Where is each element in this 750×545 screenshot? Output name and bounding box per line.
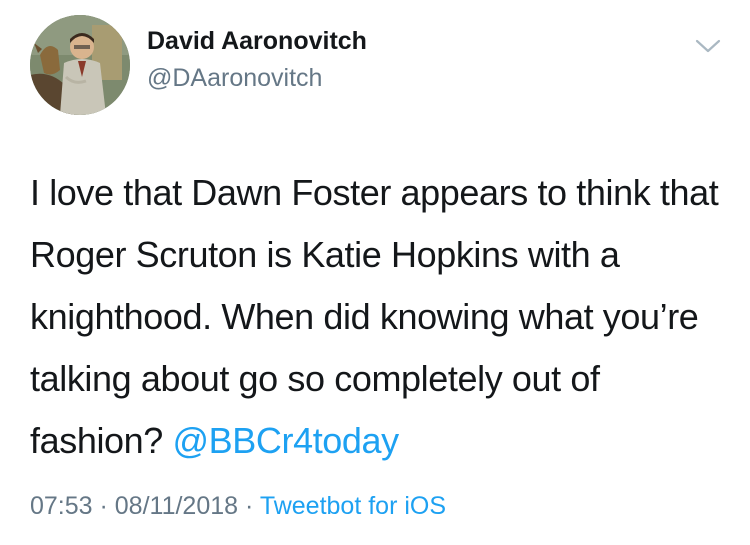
meta-separator: ·	[92, 492, 115, 520]
mention-link[interactable]: @BBCr4today	[173, 420, 400, 461]
tweet-text: I love that Dawn Foster appears to think…	[30, 162, 730, 472]
tweet-body: I love that Dawn Foster appears to think…	[30, 172, 728, 461]
tweet-metadata: 07:53 · 08/11/2018 · Tweetbot for iOS	[30, 492, 446, 521]
tweet-time: 07:53	[30, 492, 93, 520]
avatar-portrait-image	[30, 15, 130, 115]
author-handle[interactable]: @DAaronovitch	[147, 64, 322, 93]
meta-separator: ·	[238, 492, 260, 520]
chevron-down-icon[interactable]	[693, 35, 723, 57]
author-display-name[interactable]: David Aaronovitch	[147, 27, 367, 56]
tweet-date: 08/11/2018	[114, 492, 239, 520]
tweet-card: David Aaronovitch @DAaronovitch I love t…	[0, 0, 750, 545]
avatar[interactable]	[30, 15, 130, 115]
tweet-source-link[interactable]: Tweetbot for iOS	[260, 492, 446, 520]
